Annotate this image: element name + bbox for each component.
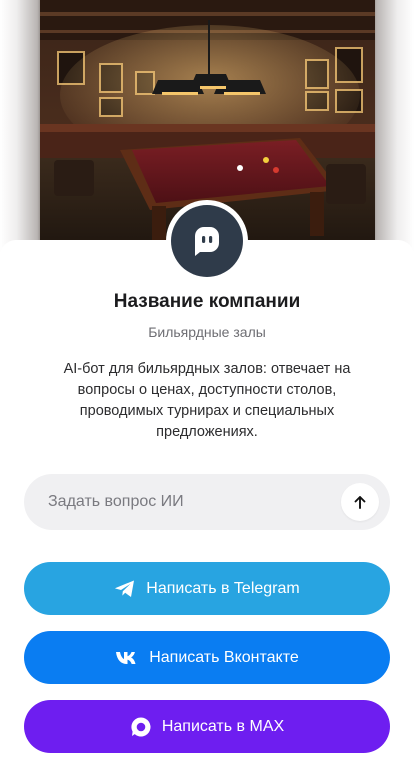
vk-button[interactable]: Написать Вконтакте <box>24 631 390 684</box>
company-name: Название компании <box>113 291 301 312</box>
ask-ai-input[interactable] <box>48 493 328 511</box>
company-description: AI-бот для бильярдных залов: отвечает на… <box>63 361 351 440</box>
max-button-label: Написать в MAX <box>161 717 285 735</box>
telegram-icon <box>114 579 136 599</box>
ask-ai-box <box>24 474 390 530</box>
max-button[interactable]: Написать в MAX <box>24 700 390 753</box>
arrow-up-icon <box>354 496 366 509</box>
chat-bubble-face-icon <box>195 227 219 256</box>
send-button[interactable] <box>341 483 379 521</box>
company-avatar <box>166 200 248 282</box>
telegram-button-label: Написать в Telegram <box>146 579 300 597</box>
company-category: Бильярдные залы <box>148 324 266 340</box>
vk-icon <box>115 651 139 665</box>
avatar <box>171 205 243 277</box>
telegram-button[interactable]: Написать в Telegram <box>24 562 390 615</box>
vk-button-label: Написать Вконтакте <box>149 648 299 666</box>
max-icon <box>130 716 152 738</box>
